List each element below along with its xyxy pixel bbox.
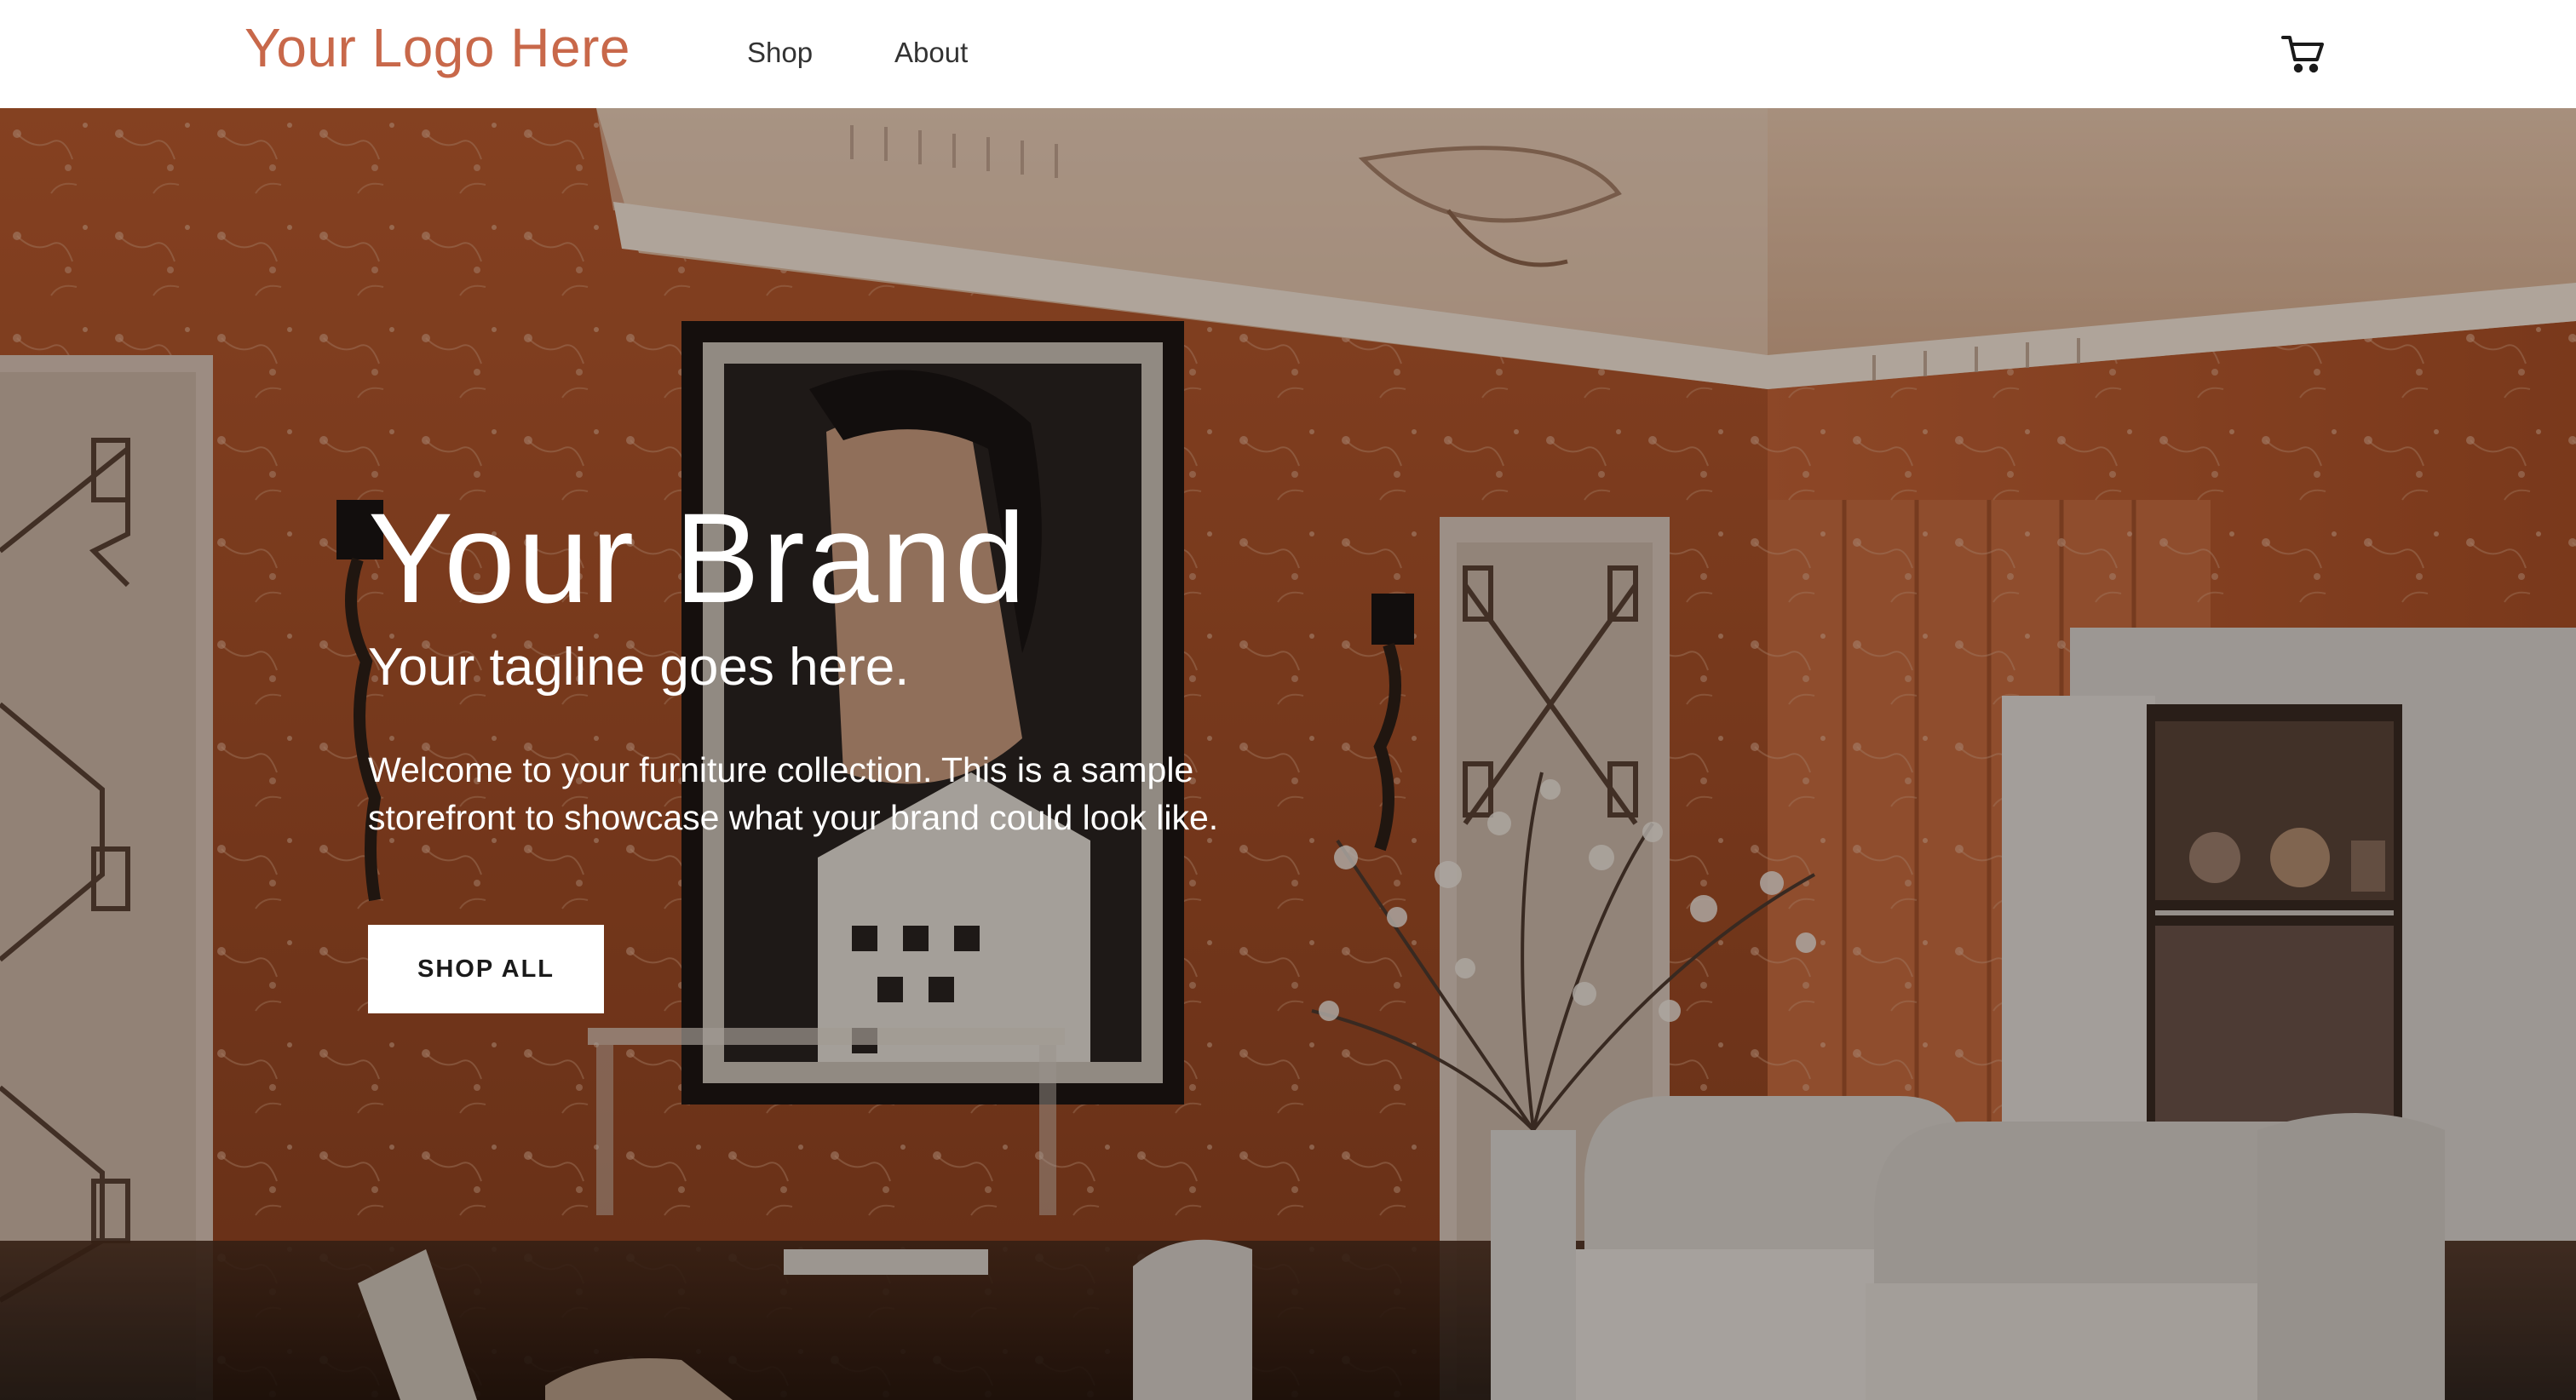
hero-section: Your Brand Your tagline goes here. Welco… bbox=[0, 108, 2576, 1400]
hero-tagline: Your tagline goes here. bbox=[368, 638, 910, 697]
shop-all-button[interactable]: SHOP ALL bbox=[368, 925, 604, 1013]
shopping-cart-icon[interactable] bbox=[2280, 31, 2327, 77]
hero-content: Your Brand Your tagline goes here. Welco… bbox=[368, 485, 1475, 841]
nav-link-shop[interactable]: Shop bbox=[747, 34, 813, 72]
hero-description: Welcome to your furniture collection. Th… bbox=[368, 750, 1219, 837]
nav-link-about[interactable]: About bbox=[894, 34, 968, 72]
hero-title: Your Brand bbox=[368, 486, 1029, 629]
logo[interactable]: Your Logo Here bbox=[244, 15, 630, 80]
site-header: Your Logo Here Shop About bbox=[0, 0, 2576, 108]
